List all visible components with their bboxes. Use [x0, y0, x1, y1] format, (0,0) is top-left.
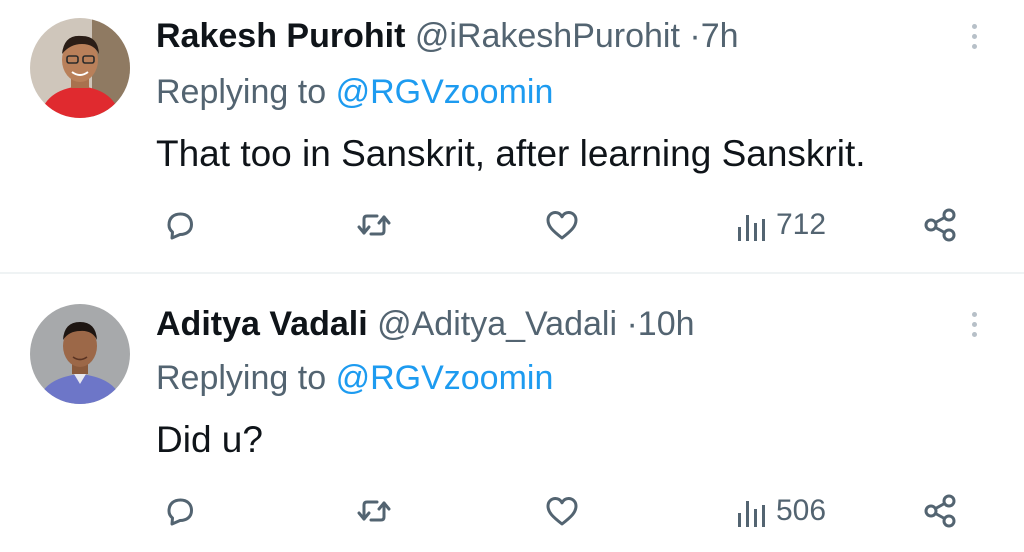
author-handle[interactable]: @iRakeshPurohit — [415, 17, 680, 55]
tweet-text: Did u? — [156, 419, 263, 460]
tweet-header: Rakesh Purohit @iRakeshPurohit ·7h — [156, 14, 739, 58]
action-bar: 712 — [0, 198, 1024, 252]
mention-link[interactable]: @RGVzoomin — [336, 73, 554, 111]
separator: · — [626, 305, 638, 343]
share-icon — [924, 494, 956, 528]
retweet-button[interactable] — [354, 198, 394, 252]
like-button[interactable] — [542, 484, 582, 538]
views-button[interactable]: 712 — [736, 198, 826, 252]
separator: · — [689, 17, 701, 55]
author-handle[interactable]: @Aditya_Vadali — [377, 305, 617, 343]
timestamp[interactable]: 10h — [638, 305, 695, 343]
author-name[interactable]: Aditya Vadali — [156, 305, 368, 343]
like-icon — [546, 211, 578, 240]
retweet-icon — [357, 214, 391, 236]
more-icon[interactable] — [962, 16, 986, 56]
tweet-aditya[interactable]: Aditya Vadali @Aditya_Vadali ·10h Replyi… — [0, 276, 1024, 552]
avatar[interactable] — [30, 304, 130, 404]
mention-link[interactable]: @RGVzoomin — [336, 359, 554, 397]
tweet-text: That too in Sanskrit, after learning San… — [156, 133, 866, 174]
avatar[interactable] — [30, 18, 130, 118]
replying-to: Replying to @RGVzoomin — [156, 68, 553, 116]
share-icon — [924, 208, 956, 242]
retweet-icon — [357, 500, 391, 522]
share-button[interactable] — [920, 484, 960, 538]
views-button[interactable]: 506 — [736, 484, 826, 538]
reply-icon — [167, 498, 193, 526]
tweet-rakesh[interactable]: Rakesh Purohit @iRakeshPurohit ·7h Reply… — [0, 0, 1024, 276]
reply-button[interactable] — [160, 198, 200, 252]
timestamp[interactable]: 7h — [701, 17, 739, 55]
divider — [0, 272, 1024, 274]
action-bar: 506 — [0, 484, 1024, 538]
reply-button[interactable] — [160, 484, 200, 538]
replying-prefix: Replying to — [156, 73, 327, 111]
tweet-header: Aditya Vadali @Aditya_Vadali ·10h — [156, 302, 695, 346]
views-count: 506 — [776, 494, 827, 527]
share-button[interactable] — [920, 198, 960, 252]
more-icon[interactable] — [962, 304, 986, 344]
views-icon — [738, 215, 765, 241]
like-icon — [546, 497, 578, 526]
views-count: 712 — [776, 208, 827, 241]
reply-icon — [167, 212, 193, 240]
views-icon — [738, 501, 765, 527]
like-button[interactable] — [542, 198, 582, 252]
author-name[interactable]: Rakesh Purohit — [156, 17, 405, 55]
replying-prefix: Replying to — [156, 359, 327, 397]
replying-to: Replying to @RGVzoomin — [156, 354, 553, 402]
retweet-button[interactable] — [354, 484, 394, 538]
